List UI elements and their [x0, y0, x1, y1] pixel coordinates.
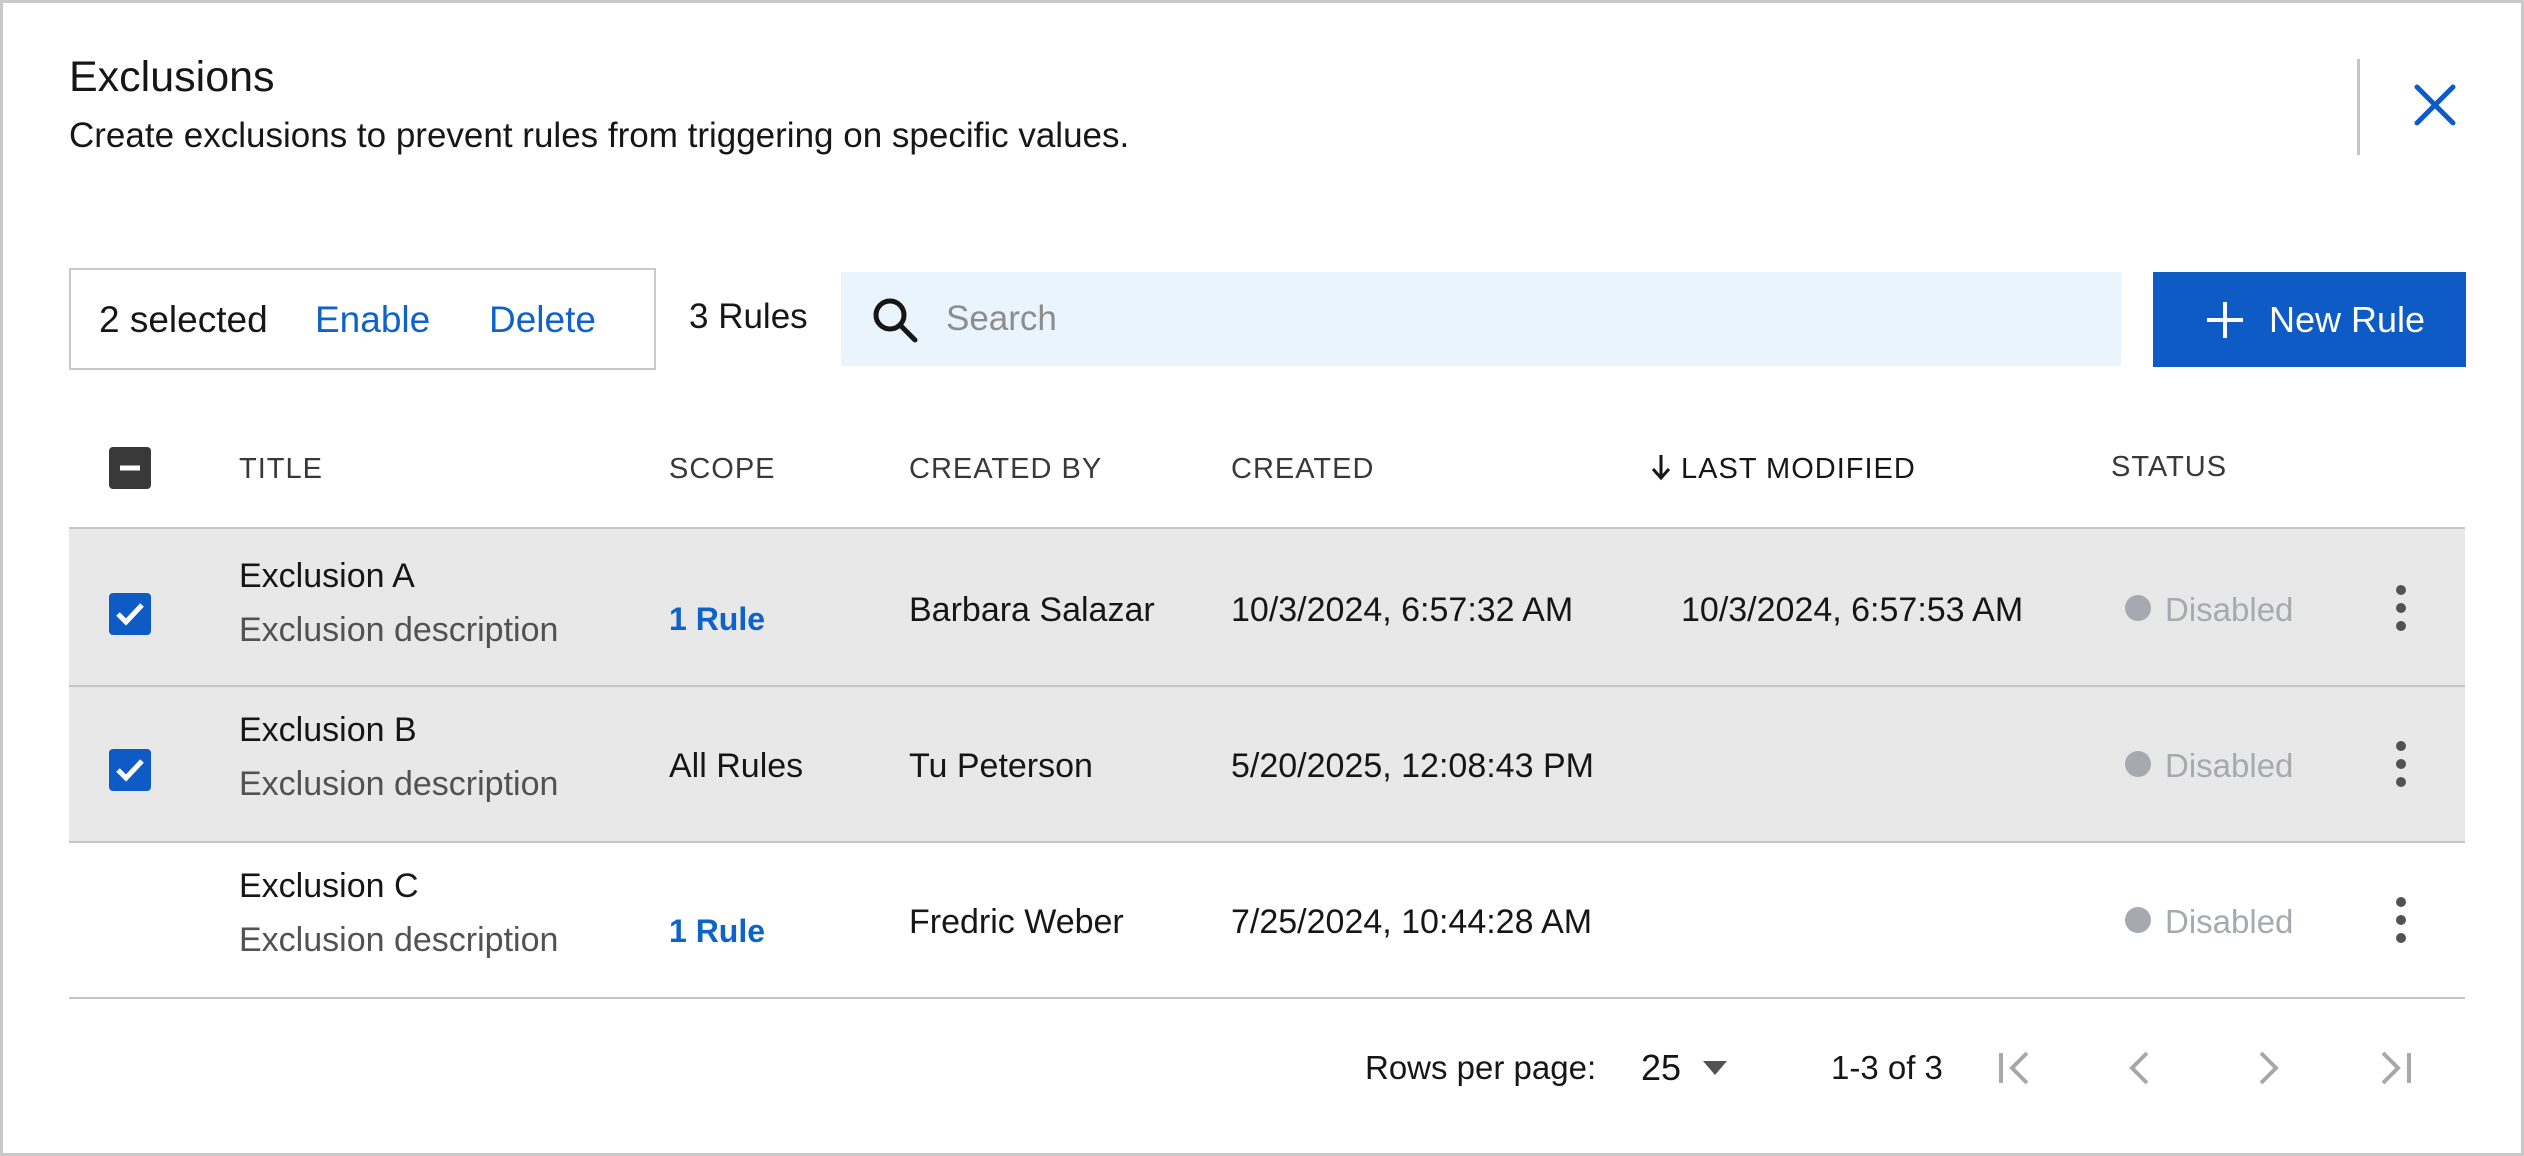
plus-icon [2207, 302, 2243, 338]
status-dot [2125, 907, 2151, 933]
row-created-by: Fredric Weber [909, 903, 1124, 941]
dialog-title: Exclusions [69, 53, 275, 101]
caret-down-icon[interactable] [1701, 1059, 1729, 1077]
search-icon [873, 298, 918, 343]
column-header-scope[interactable]: SCOPE [669, 453, 776, 486]
first-page-icon[interactable] [1991, 1043, 2041, 1093]
row-created-by: Barbara Salazar [909, 591, 1155, 629]
enable-button[interactable]: Enable [315, 299, 430, 341]
row-created: 10/3/2024, 6:57:32 AM [1231, 591, 1574, 629]
row-description: Exclusion description [239, 765, 559, 803]
overflow-menu-icon[interactable] [2389, 893, 2413, 949]
new-rule-button[interactable]: New Rule [2153, 272, 2466, 367]
row-created: 7/25/2024, 10:44:28 AM [1231, 903, 1593, 941]
close-icon [2414, 84, 2456, 126]
row-scope-link[interactable]: 1 Rule [669, 913, 765, 950]
column-header-status[interactable]: STATUS [2111, 451, 2227, 484]
exclusions-dialog: Exclusions Create exclusions to prevent … [0, 0, 2524, 1156]
row-last-modified: 10/3/2024, 6:57:53 AM [1681, 591, 2024, 629]
row-status: Disabled [2165, 903, 2294, 940]
column-header-created[interactable]: CREATED [1231, 453, 1374, 486]
selected-count: 2 selected [99, 299, 268, 340]
row-status: Disabled [2165, 591, 2294, 628]
row-checkbox[interactable] [109, 593, 151, 635]
row-description: Exclusion description [239, 611, 559, 649]
sort-descending-icon [1651, 455, 1671, 481]
dialog-subtitle: Create exclusions to prevent rules from … [69, 116, 1130, 155]
rules-count: 3 Rules [689, 297, 808, 336]
row-title: Exclusion C [239, 867, 419, 905]
column-header-last-modified[interactable]: LAST MODIFIED [1681, 453, 1916, 486]
column-header-title[interactable]: TITLE [239, 453, 323, 486]
batch-actions-bar: 2 selected Enable Delete [69, 268, 656, 370]
last-page-icon[interactable] [2369, 1043, 2419, 1093]
next-page-icon[interactable] [2243, 1043, 2293, 1093]
row-description: Exclusion description [239, 921, 559, 959]
new-rule-label: New Rule [2269, 299, 2426, 340]
previous-page-icon[interactable] [2115, 1043, 2165, 1093]
row-scope: All Rules [669, 747, 804, 785]
checkmark-icon [116, 603, 144, 626]
search-bar[interactable] [841, 272, 2121, 366]
rows-per-page-label: Rows per page: [1365, 1049, 1597, 1086]
row-checkbox[interactable] [109, 749, 151, 791]
row-title: Exclusion B [239, 711, 417, 749]
checkmark-icon [116, 759, 144, 782]
status-dot [2125, 595, 2151, 621]
row-divider [69, 997, 2465, 999]
status-dot [2125, 751, 2151, 777]
header-divider [2357, 59, 2360, 155]
indeterminate-icon [120, 465, 140, 471]
pagination-range: 1-3 of 3 [1831, 1049, 1943, 1086]
column-header-created-by[interactable]: CREATED BY [909, 453, 1102, 486]
delete-button[interactable]: Delete [489, 299, 596, 341]
row-status: Disabled [2165, 747, 2294, 784]
overflow-menu-icon[interactable] [2389, 737, 2413, 793]
row-created-by: Tu Peterson [909, 747, 1093, 785]
row-title: Exclusion A [239, 557, 415, 595]
row-created: 5/20/2025, 12:08:43 PM [1231, 747, 1594, 785]
rows-per-page-select[interactable]: 25 [1641, 1047, 1681, 1089]
select-all-checkbox[interactable] [109, 447, 151, 489]
row-scope-link[interactable]: 1 Rule [669, 601, 765, 638]
close-button[interactable] [2403, 73, 2467, 137]
search-input[interactable] [946, 272, 2106, 366]
overflow-menu-icon[interactable] [2389, 581, 2413, 637]
